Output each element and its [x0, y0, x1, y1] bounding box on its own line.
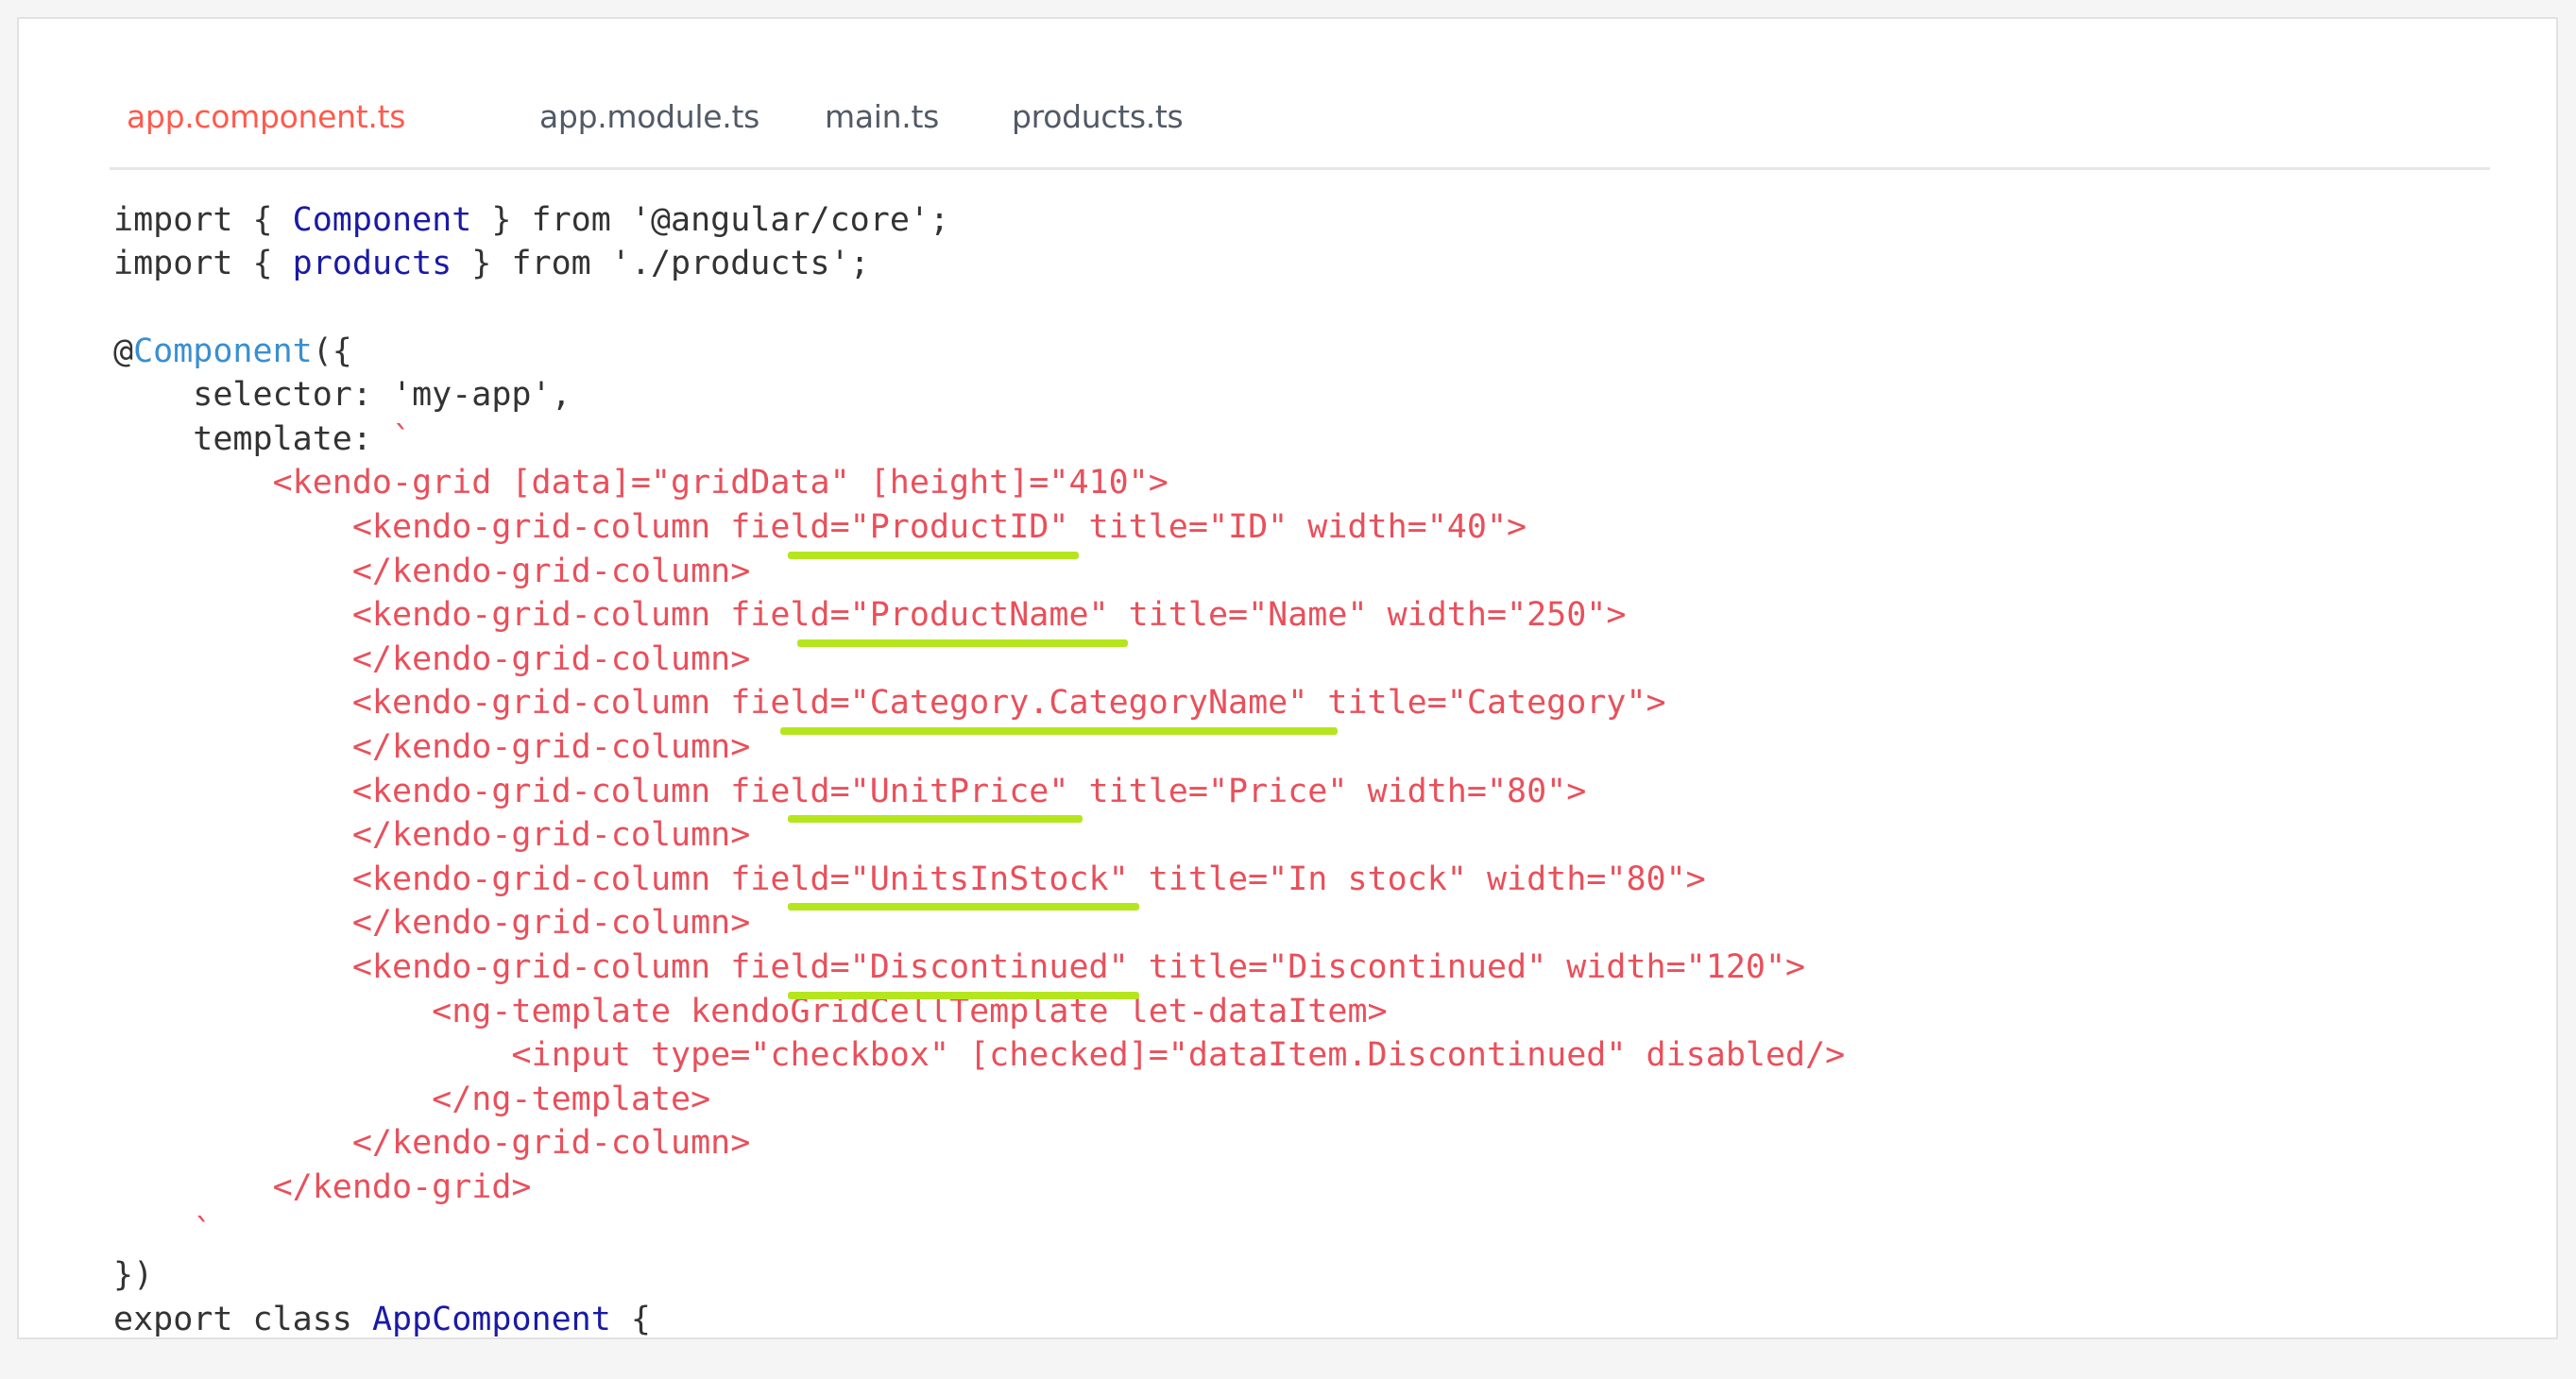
tab-products[interactable]: products.ts — [1012, 91, 1184, 144]
code-line: <kendo-grid-column field="UnitPrice" tit… — [113, 773, 1587, 810]
code-line: </kendo-grid-column> — [113, 904, 751, 942]
code-line: }) — [113, 1256, 154, 1294]
code-line: import { products } from './products'; — [113, 245, 870, 282]
code-line: <kendo-grid-column field="Category.Categ… — [113, 684, 1666, 722]
code-line: </ng-template> — [113, 1081, 711, 1118]
code-line: selector: 'my-app', — [113, 376, 571, 414]
code-line: template: ` — [113, 420, 413, 458]
code-line: <kendo-grid-column field="ProductName" t… — [113, 596, 1627, 634]
code-line: </kendo-grid> — [113, 1168, 532, 1206]
tab-main[interactable]: main.ts — [825, 91, 939, 144]
field-highlight-categoryname — [780, 727, 1338, 735]
field-highlight-productid — [788, 552, 1079, 559]
code-line: <kendo-grid-column field="Discontinued" … — [113, 948, 1806, 986]
code-line: </kendo-grid-column> — [113, 1124, 751, 1162]
field-highlight-productname — [797, 639, 1128, 647]
field-highlight-discontinued — [788, 992, 1139, 999]
code-line: ` — [113, 1213, 213, 1251]
code-line: </kendo-grid-column> — [113, 553, 751, 590]
code-line: <ng-template kendoGridCellTemplate let-d… — [113, 993, 1388, 1030]
code-line: export class AppComponent { — [113, 1301, 651, 1338]
code-line: <kendo-grid [data]="gridData" [height]="… — [113, 464, 1169, 502]
tab-app-module[interactable]: app.module.ts — [539, 91, 759, 144]
field-highlight-unitsinstock — [788, 903, 1139, 911]
code-line: </kendo-grid-column> — [113, 640, 751, 678]
code-line: </kendo-grid-column> — [113, 816, 751, 854]
code-block: import { Component } from '@angular/core… — [113, 19, 1845, 1379]
code-line: import { Component } from '@angular/core… — [113, 201, 950, 239]
code-line: </kendo-grid-column> — [113, 728, 751, 766]
code-line: <kendo-grid-column field="UnitsInStock" … — [113, 860, 1706, 898]
code-viewer-panel: app.component.ts app.module.ts main.ts p… — [17, 17, 2558, 1339]
code-line: @Component({ — [113, 332, 352, 370]
code-line: <input type="checkbox" [checked]="dataIt… — [113, 1036, 1846, 1074]
file-tabs: app.component.ts app.module.ts main.ts p… — [110, 91, 2490, 170]
code-line: <kendo-grid-column field="ProductID" tit… — [113, 508, 1527, 546]
field-highlight-unitprice — [788, 815, 1083, 823]
